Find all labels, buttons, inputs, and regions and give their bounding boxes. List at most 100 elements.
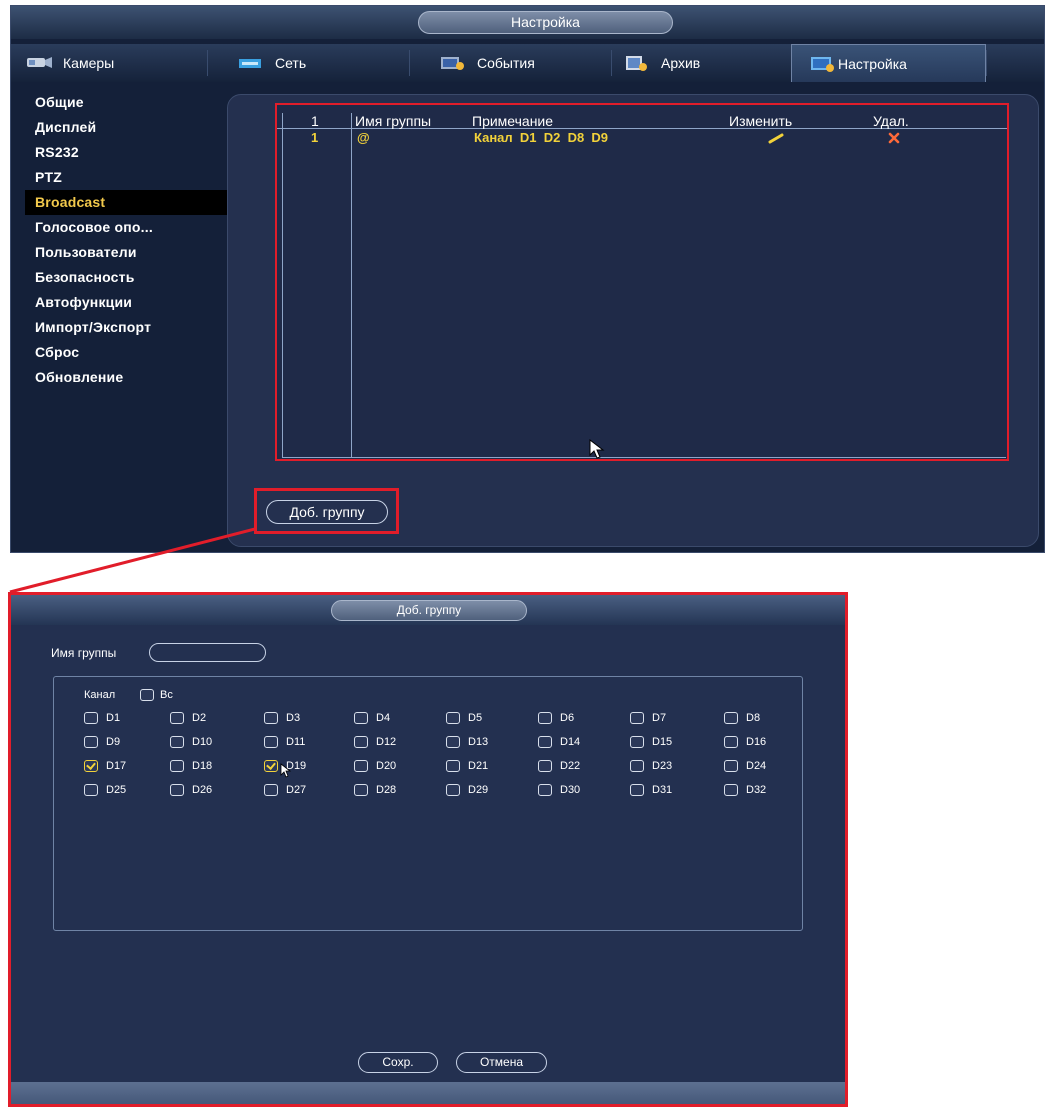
cancel-button[interactable]: Отмена xyxy=(456,1052,547,1073)
row-group-name: @ xyxy=(357,130,370,145)
channel-checkbox-d12[interactable] xyxy=(354,736,368,748)
channel-checkbox-d28[interactable] xyxy=(354,784,368,796)
add-group-button[interactable]: Доб. группу xyxy=(266,500,388,524)
channel-checkbox-d7[interactable] xyxy=(630,712,644,724)
menu-item-update[interactable]: Обновление xyxy=(25,365,230,390)
tab-label: События xyxy=(477,55,535,71)
edit-icon[interactable] xyxy=(767,131,785,149)
channel-checkbox-d17[interactable] xyxy=(84,760,98,772)
menu-item-ptz[interactable]: PTZ xyxy=(25,165,230,190)
add-group-dialog: Доб. группу Имя группы Канал Вс D1 D2 D3 D4… xyxy=(8,592,848,1107)
channel-checkbox-d20[interactable] xyxy=(354,760,368,772)
channel-label-d17: D17 xyxy=(106,760,127,772)
channel-select-box: Канал Вс D1 D2 D3 D4 D5 D6 D7 D8 D9 D10 D11 D12 D13 D… xyxy=(53,676,803,931)
mouse-cursor-icon xyxy=(589,438,605,464)
tab-cameras[interactable]: Камеры xyxy=(25,44,195,82)
table-divider xyxy=(351,113,352,458)
channel-checkbox-d16[interactable] xyxy=(724,736,738,748)
tab-label: Архив xyxy=(661,55,701,71)
delete-icon[interactable] xyxy=(887,131,901,149)
broadcast-group-table: 1 Имя группы Примечание Изменить Удал. 1… xyxy=(275,103,1009,461)
tab-divider xyxy=(207,50,208,76)
channel-label-d6: D6 xyxy=(560,712,575,724)
menu-item-security[interactable]: Безопасность xyxy=(25,265,230,290)
select-all-checkbox[interactable] xyxy=(140,689,154,701)
dialog-title: Доб. группу xyxy=(331,600,527,621)
menu-item-voice[interactable]: Голосовое опо... xyxy=(25,215,230,240)
menu-item-reset[interactable]: Сброс xyxy=(25,340,230,365)
channel-checkbox-d27[interactable] xyxy=(264,784,278,796)
channel-checkbox-d25[interactable] xyxy=(84,784,98,796)
channel-checkbox-d21[interactable] xyxy=(446,760,460,772)
channel-label-d25: D25 xyxy=(106,784,127,796)
channel-checkbox-d18[interactable] xyxy=(170,760,184,772)
channel-checkbox-d1[interactable] xyxy=(84,712,98,724)
settings-menu: Общие Дисплей RS232 PTZ Broadcast Голосо… xyxy=(25,90,230,390)
channel-label-d27: D27 xyxy=(286,784,307,796)
menu-item-import-export[interactable]: Импорт/Экспорт xyxy=(25,315,230,340)
channel-checkbox-d10[interactable] xyxy=(170,736,184,748)
channel-checkbox-d11[interactable] xyxy=(264,736,278,748)
settings-window: Настройка Камеры Сеть События Архив Наст… xyxy=(10,5,1045,553)
channel-checkbox-d3[interactable] xyxy=(264,712,278,724)
tab-divider xyxy=(986,50,987,76)
channel-label-d4: D4 xyxy=(376,712,391,724)
tab-archive[interactable]: Архив xyxy=(623,44,783,82)
menu-item-display[interactable]: Дисплей xyxy=(25,115,230,140)
group-name-input[interactable] xyxy=(149,643,266,662)
channel-label-d3: D3 xyxy=(286,712,301,724)
channel-label-d23: D23 xyxy=(652,760,673,772)
title-bar: Настройка xyxy=(11,6,1044,39)
channel-checkbox-d2[interactable] xyxy=(170,712,184,724)
table-row[interactable]: 1 @ Канал D1 D2 D8 D9 xyxy=(277,130,1007,146)
channel-label-d7: D7 xyxy=(652,712,667,724)
tab-label: Настройка xyxy=(838,55,907,72)
tab-label: Сеть xyxy=(275,55,307,71)
channel-checkbox-d4[interactable] xyxy=(354,712,368,724)
channel-checkbox-d19[interactable] xyxy=(264,760,278,772)
channel-checkbox-d22[interactable] xyxy=(538,760,552,772)
channel-label-d12: D12 xyxy=(376,736,397,748)
channel-label-d18: D18 xyxy=(192,760,213,772)
channel-label-d1: D1 xyxy=(106,712,121,724)
tab-network[interactable]: Сеть xyxy=(237,44,397,82)
channel-checkbox-d24[interactable] xyxy=(724,760,738,772)
channel-checkbox-d31[interactable] xyxy=(630,784,644,796)
channel-checkbox-d30[interactable] xyxy=(538,784,552,796)
channel-label-d5: D5 xyxy=(468,712,483,724)
channel-checkbox-d13[interactable] xyxy=(446,736,460,748)
channel-label-d20: D20 xyxy=(376,760,397,772)
tab-settings[interactable]: Настройка xyxy=(791,44,986,82)
channel-checkbox-d5[interactable] xyxy=(446,712,460,724)
menu-item-autofunctions[interactable]: Автофункции xyxy=(25,290,230,315)
channel-label-d15: D15 xyxy=(652,736,673,748)
menu-item-general[interactable]: Общие xyxy=(25,90,230,115)
channel-label-d32: D32 xyxy=(746,784,767,796)
channel-checkbox-d14[interactable] xyxy=(538,736,552,748)
channel-checkbox-d23[interactable] xyxy=(630,760,644,772)
channel-checkbox-d15[interactable] xyxy=(630,736,644,748)
channel-checkbox-d6[interactable] xyxy=(538,712,552,724)
mouse-cursor-icon xyxy=(280,763,292,784)
channel-label-d16: D16 xyxy=(746,736,767,748)
channel-checkbox-d26[interactable] xyxy=(170,784,184,796)
window-title: Настройка xyxy=(418,11,673,34)
channel-checkbox-d29[interactable] xyxy=(446,784,460,796)
channel-label-d30: D30 xyxy=(560,784,581,796)
channel-checkbox-d32[interactable] xyxy=(724,784,738,796)
archive-icon xyxy=(623,54,653,72)
tab-events[interactable]: События xyxy=(439,44,609,82)
channel-checkbox-d8[interactable] xyxy=(724,712,738,724)
channel-checkbox-d9[interactable] xyxy=(84,736,98,748)
menu-item-rs232[interactable]: RS232 xyxy=(25,140,230,165)
channel-label-d21: D21 xyxy=(468,760,489,772)
tab-label: Камеры xyxy=(63,55,115,71)
tab-divider xyxy=(611,50,612,76)
menu-item-broadcast[interactable]: Broadcast xyxy=(25,190,230,215)
channel-label-d28: D28 xyxy=(376,784,397,796)
menu-item-users[interactable]: Пользователи xyxy=(25,240,230,265)
channel-label-d24: D24 xyxy=(746,760,767,772)
save-button[interactable]: Сохр. xyxy=(358,1052,438,1073)
table-header: 1 Имя группы Примечание Изменить Удал. xyxy=(277,113,1007,129)
tab-divider xyxy=(409,50,410,76)
